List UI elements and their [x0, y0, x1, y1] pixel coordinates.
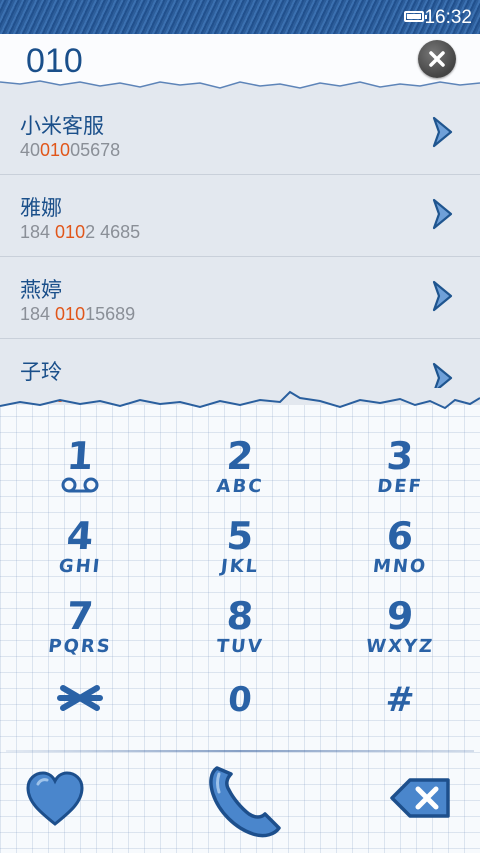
contact-name: 小米客服: [20, 114, 104, 138]
close-icon: [429, 51, 445, 67]
asterisk-icon: [57, 685, 103, 711]
chevron-right-icon[interactable]: [428, 279, 456, 313]
key-0[interactable]: 0: [160, 680, 320, 720]
key-3[interactable]: 3 DEF: [320, 434, 480, 518]
key-5[interactable]: 5 JKL: [160, 514, 320, 598]
keypad-divider: [6, 750, 474, 752]
contact-row[interactable]: 雅娜 184 0102 4685: [0, 175, 480, 257]
heart-icon[interactable]: [24, 770, 86, 828]
contact-number: 4001005678: [20, 140, 121, 160]
key-2[interactable]: 2 ABC: [160, 434, 320, 518]
contact-name: 雅娜: [20, 196, 62, 220]
contact-name: 子玲: [20, 360, 62, 384]
chevron-right-icon[interactable]: [428, 115, 456, 149]
status-bar: 16:32: [0, 0, 480, 34]
torn-paper-edge: [0, 388, 480, 410]
contact-row[interactable]: 小米客服 4001005678: [0, 93, 480, 175]
backspace-icon[interactable]: [388, 776, 452, 820]
key-star[interactable]: [0, 680, 160, 720]
key-9[interactable]: 9 WXYZ: [320, 594, 480, 678]
key-6[interactable]: 6 MNO: [320, 514, 480, 598]
contact-row[interactable]: 燕婷 184 01015689: [0, 257, 480, 339]
contact-name: 燕婷: [20, 278, 62, 302]
chevron-right-icon[interactable]: [428, 197, 456, 231]
clear-button[interactable]: [418, 40, 456, 78]
contact-number: 184 0102 4685: [20, 222, 141, 242]
key-7[interactable]: 7 PQRS: [0, 594, 160, 678]
contact-results-list: 小米客服 4001005678 雅娜 184 0102 4685 燕婷 184 …: [0, 93, 480, 405]
key-8[interactable]: 8 TUV: [160, 594, 320, 678]
battery-icon: [404, 11, 427, 22]
key-hash[interactable]: #: [320, 680, 480, 720]
key-1[interactable]: 1: [0, 434, 160, 518]
key-4[interactable]: 4 GHI: [0, 514, 160, 598]
phone-handset-icon[interactable]: [205, 760, 285, 840]
voicemail-icon: [61, 477, 99, 493]
contact-number: 184 01015689: [20, 304, 136, 324]
status-time: 16:32: [424, 7, 472, 28]
